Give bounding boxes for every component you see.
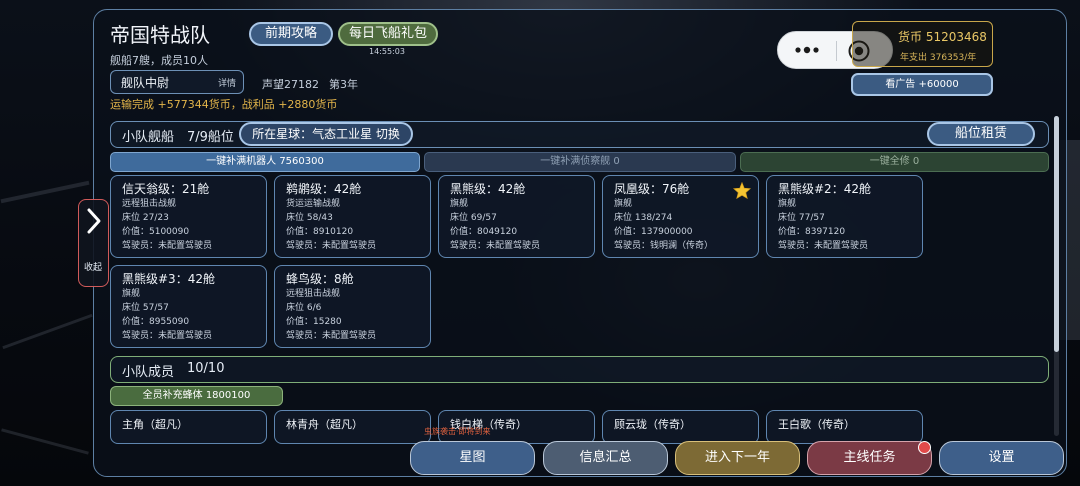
ship-value: 价值：5100090 bbox=[122, 227, 190, 237]
ship-name: 黑熊级#2：42舱 bbox=[778, 182, 871, 196]
ship-value: 价值：8049120 bbox=[450, 227, 518, 237]
transport-notice: 运输完成 +577344货币，战利品 +2880货币 bbox=[110, 98, 338, 111]
raid-warning: 虫族袭击·即将到来 bbox=[424, 427, 491, 436]
rank-detail-link[interactable]: 详情 bbox=[218, 76, 236, 89]
ship-beds: 床位 77/57 bbox=[778, 213, 825, 223]
ship-pilot: 驾驶员：未配置驾驶员 bbox=[286, 241, 377, 251]
more-icon[interactable] bbox=[792, 40, 822, 64]
ship-pilot: 驾驶员：未配置驾驶员 bbox=[778, 241, 869, 251]
member-name: 王白歌（传奇） bbox=[778, 418, 855, 431]
annual-expense: 年支出 376353/年 bbox=[900, 53, 977, 63]
daily-gift-button[interactable]: 每日飞船礼包 bbox=[338, 22, 438, 46]
ship-card[interactable]: 蜂鸟级：8舱 远程狙击战舰 床位 6/6 价值：15280 驾驶员：未配置驾驶员 bbox=[274, 265, 431, 348]
ship-pilot: 驾驶员：钱明澜（传奇） bbox=[614, 241, 714, 251]
planet-switch-button[interactable]: 所在星球：气态工业星 切换 bbox=[239, 122, 413, 146]
capsule-divider bbox=[836, 41, 837, 61]
watch-ad-button[interactable]: 看广告 +60000 bbox=[851, 73, 993, 96]
strategy-button[interactable]: 前期攻略 bbox=[249, 22, 333, 46]
star-icon[interactable] bbox=[732, 181, 752, 203]
settings-button[interactable]: 设置 bbox=[939, 441, 1064, 475]
ship-type: 货运运输战舰 bbox=[286, 199, 341, 209]
ship-beds: 床位 69/57 bbox=[450, 213, 497, 223]
year-label: 第3年 bbox=[329, 78, 358, 91]
members-section-header: 小队成员 10/10 bbox=[110, 356, 1049, 383]
next-year-button[interactable]: 进入下一年 bbox=[675, 441, 800, 475]
ship-name: 信天翁级：21舱 bbox=[122, 182, 210, 196]
ship-slots: 7/9船位 bbox=[187, 130, 234, 145]
ship-pilot: 驾驶员：未配置驾驶员 bbox=[122, 331, 213, 341]
fleet-stats: 舰船7艘，成员10人 bbox=[110, 54, 208, 67]
page-title: 帝国特战队 bbox=[110, 23, 210, 47]
collapse-label: 收起 bbox=[84, 263, 103, 273]
ship-type: 旗舰 bbox=[122, 289, 141, 299]
ship-beds: 床位 6/6 bbox=[286, 303, 322, 313]
ship-card[interactable]: 黑熊级：42舱 旗舰 床位 69/57 价值：8049120 驾驶员：未配置驾驶… bbox=[438, 175, 595, 258]
star-map-button[interactable]: 星图 bbox=[410, 441, 535, 475]
members-count: 10/10 bbox=[187, 361, 225, 376]
ship-beds: 床位 58/43 bbox=[286, 213, 333, 223]
ship-beds: 床位 138/274 bbox=[614, 213, 673, 223]
info-summary-button[interactable]: 信息汇总 bbox=[543, 441, 668, 475]
currency-box: 货币 51203468 年支出 376353/年 bbox=[852, 21, 993, 67]
ship-pilot: 驾驶员：未配置驾驶员 bbox=[122, 241, 213, 251]
currency-label: 货币 51203468 bbox=[898, 30, 987, 44]
gift-timer: 14:55:03 bbox=[369, 47, 405, 56]
ship-card[interactable]: 信天翁级：21舱 远程狙击战舰 床位 27/23 价值：5100090 驾驶员：… bbox=[110, 175, 267, 258]
ships-title: 小队舰船 bbox=[122, 130, 175, 145]
ship-beds: 床位 27/23 bbox=[122, 213, 169, 223]
member-card[interactable]: 主角（超凡） bbox=[110, 410, 267, 444]
member-card[interactable]: 顾云珑（传奇） bbox=[602, 410, 759, 444]
member-name: 顾云珑（传奇） bbox=[614, 418, 691, 431]
refill-robots-button[interactable]: 一键补满机器人 7560300 bbox=[110, 152, 420, 172]
ship-type: 远程狙击战舰 bbox=[286, 289, 341, 299]
repair-all-button[interactable]: 一键全修 0 bbox=[740, 152, 1049, 172]
ship-value: 价值：8397120 bbox=[778, 227, 846, 237]
ship-value: 价值：8955090 bbox=[122, 317, 190, 327]
rank-box[interactable]: 舰队中尉 详情 bbox=[110, 70, 244, 94]
scrollbar-thumb[interactable] bbox=[1054, 116, 1059, 352]
ship-card[interactable]: 黑熊级#2：42舱 旗舰 床位 77/57 价值：8397120 驾驶员：未配置… bbox=[766, 175, 923, 258]
ship-name: 黑熊级：42舱 bbox=[450, 182, 526, 196]
ship-value: 价值：137900000 bbox=[614, 227, 693, 237]
collapse-tab[interactable]: 收起 bbox=[78, 199, 109, 287]
main-quest-button[interactable]: 主线任务 bbox=[807, 441, 932, 475]
ship-name: 蜂鸟级：8舱 bbox=[286, 272, 354, 286]
chevron-right-icon bbox=[85, 207, 103, 239]
ship-type: 远程狙击战舰 bbox=[122, 199, 177, 209]
ship-name: 鹈鹕级：42舱 bbox=[286, 182, 362, 196]
ship-type: 旗舰 bbox=[778, 199, 797, 209]
ship-pilot: 驾驶员：未配置驾驶员 bbox=[450, 241, 541, 251]
ship-type: 旗舰 bbox=[450, 199, 469, 209]
replenish-all-button[interactable]: 全员补充蜂体 1800100 bbox=[110, 386, 283, 406]
ship-card[interactable]: 鹈鹕级：42舱 货运运输战舰 床位 58/43 价值：8910120 驾驶员：未… bbox=[274, 175, 431, 258]
ship-name: 黑熊级#3：42舱 bbox=[122, 272, 215, 286]
member-name: 林青舟（超凡） bbox=[286, 418, 363, 431]
ship-beds: 床位 57/57 bbox=[122, 303, 169, 313]
notification-dot bbox=[918, 441, 931, 454]
ship-card[interactable]: 凤凰级：76舱 旗舰 床位 138/274 价值：137900000 驾驶员：钱… bbox=[602, 175, 759, 258]
ship-value: 价值：8910120 bbox=[286, 227, 354, 237]
member-name: 主角（超凡） bbox=[122, 418, 188, 431]
ship-card[interactable]: 黑熊级#3：42舱 旗舰 床位 57/57 价值：8955090 驾驶员：未配置… bbox=[110, 265, 267, 348]
member-card[interactable]: 王白歌（传奇） bbox=[766, 410, 923, 444]
member-card[interactable]: 林青舟（超凡） bbox=[274, 410, 431, 444]
ship-value: 价值：15280 bbox=[286, 317, 342, 327]
members-title: 小队成员 bbox=[122, 365, 175, 380]
reputation: 声望27182 bbox=[262, 78, 319, 91]
rank-label: 舰队中尉 bbox=[121, 76, 170, 90]
rent-slot-button[interactable]: 船位租赁 bbox=[927, 122, 1035, 146]
refill-scouts-button[interactable]: 一键补满侦察舰 0 bbox=[424, 152, 736, 172]
ship-pilot: 驾驶员：未配置驾驶员 bbox=[286, 331, 377, 341]
